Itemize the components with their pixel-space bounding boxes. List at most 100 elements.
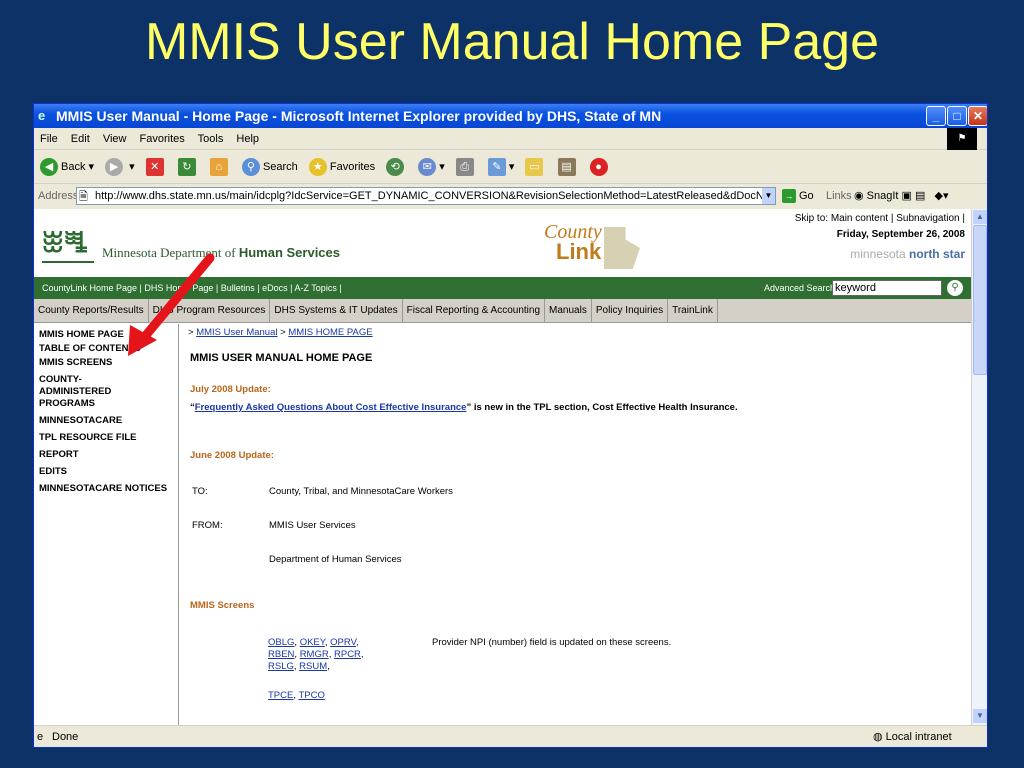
history-button[interactable]: ⟲ (386, 150, 407, 184)
tab-dhs-systems[interactable]: DHS Systems & IT Updates (270, 299, 403, 323)
edit-icon: ✎ (487, 158, 506, 177)
status-text: Done (52, 731, 79, 743)
address-dropdown[interactable]: ▼ (762, 188, 775, 204)
main-tabs: County Reports/Results DHS Program Resour… (34, 299, 971, 323)
window-titlebar[interactable]: e MMIS User Manual - Home Page - Microso… (34, 104, 987, 128)
keyword-search-input[interactable]: keyword (832, 280, 942, 296)
faq-line: “Frequently Asked Questions About Cost E… (190, 402, 738, 413)
minimize-button[interactable]: _ (926, 106, 946, 126)
tab-policy-inquiries[interactable]: Policy Inquiries (592, 299, 669, 323)
go-button[interactable]: → Go (782, 184, 814, 208)
advanced-search-link[interactable]: Advanced Search (764, 277, 835, 299)
print-icon: ⎙ (455, 158, 474, 177)
nav-minnesotacare-notices[interactable]: MINNESOTACARE NOTICES (34, 483, 178, 495)
search-go-icon[interactable]: ⚲ (947, 280, 963, 296)
messenger-icon: ● (589, 158, 608, 177)
screens-note: Provider NPI (number) field is updated o… (432, 637, 672, 648)
scroll-down-icon[interactable]: ▼ (973, 709, 987, 723)
screen-link[interactable]: TPCE (268, 690, 293, 701)
favorites-button[interactable]: ★ Favorites (308, 150, 375, 184)
nav-table-of-contents[interactable]: TABLE OF CONTENTS (34, 343, 178, 355)
menu-tools[interactable]: Tools (198, 133, 224, 145)
menu-file[interactable]: File (40, 133, 58, 145)
window-title: MMIS User Manual - Home Page - Microsoft… (56, 108, 662, 124)
mail-button[interactable]: ✉ ▾ (418, 150, 445, 184)
global-nav-links[interactable]: CountyLink Home Page | DHS Home Page | B… (42, 283, 342, 293)
crumb-home-page[interactable]: MMIS HOME PAGE (288, 327, 372, 338)
from-value: MMIS User Services (269, 520, 356, 531)
screen-link[interactable]: RPCR (334, 649, 361, 660)
tab-dhs-program-resources[interactable]: DHS Program Resources (149, 299, 271, 323)
links-button[interactable]: Links (826, 184, 852, 208)
edit-button[interactable]: ✎ ▾ (487, 150, 514, 184)
menu-help[interactable]: Help (236, 133, 259, 145)
dhs-figures-icon: ꖿꗀ (42, 223, 94, 263)
back-button[interactable]: ◀ Back ▾ (40, 150, 94, 184)
screen-link[interactable]: OBLG (268, 637, 294, 648)
nav-county-programs[interactable]: COUNTY-ADMINISTERED PROGRAMS (34, 374, 154, 410)
tab-fiscal-reporting[interactable]: Fiscal Reporting & Accounting (403, 299, 546, 323)
screens-list-2: TPCE, TPCO (268, 690, 325, 701)
screen-link[interactable]: RBEN (268, 649, 294, 660)
search-icon: ⚲ (241, 158, 260, 177)
faq-link[interactable]: Frequently Asked Questions About Cost Ef… (195, 402, 467, 413)
tab-county-reports[interactable]: County Reports/Results (34, 299, 149, 323)
scroll-thumb[interactable] (973, 225, 987, 375)
tab-trainlink[interactable]: TrainLink (668, 299, 718, 323)
screen-link[interactable]: RSLG (268, 661, 294, 672)
from-value-2: Department of Human Services (269, 554, 402, 565)
menu-view[interactable]: View (103, 133, 127, 145)
screen-link[interactable]: TPCO (298, 690, 324, 701)
page-heading: MMIS USER MANUAL HOME PAGE (190, 352, 373, 364)
security-zone: ◍ Local intranet (873, 731, 952, 743)
research-button[interactable]: ▤ (557, 150, 579, 184)
home-button[interactable]: ⌂ (209, 150, 231, 184)
address-label: Address (38, 190, 79, 202)
folder-button[interactable]: ▭ (525, 150, 546, 184)
messenger-button[interactable]: ● (589, 150, 611, 184)
july-update-heading: July 2008 Update: (190, 384, 271, 395)
to-label: TO: (192, 486, 208, 497)
refresh-icon: ↻ (177, 158, 196, 177)
snagit-button[interactable]: ◉ SnagIt ▣ ▤ ◆▾ (854, 184, 949, 208)
refresh-button[interactable]: ↻ (177, 150, 199, 184)
skip-links[interactable]: Skip to: Main content | Subnavigation | (795, 213, 965, 224)
countylink-logo[interactable]: County Link (544, 221, 640, 271)
nav-mmis-home[interactable]: MMIS HOME PAGE (34, 329, 178, 341)
screen-link[interactable]: OKEY (300, 637, 325, 648)
from-label: FROM: (192, 520, 223, 531)
nav-minnesotacare[interactable]: MINNESOTACARE (34, 415, 178, 427)
address-input[interactable]: 🗎 http://www.dhs.state.mn.us/main/idcplg… (76, 187, 776, 205)
ie-icon: e (38, 108, 46, 123)
nav-report[interactable]: REPORT (34, 449, 178, 461)
forward-button[interactable]: ▶ ▾ (105, 150, 135, 184)
nav-tpl-resource[interactable]: TPL RESOURCE FILE (34, 432, 178, 444)
vertical-scrollbar[interactable]: ▲ ▼ (971, 209, 987, 725)
web-page: Skip to: Main content | Subnavigation | … (34, 209, 971, 725)
crumb-user-manual[interactable]: MMIS User Manual (196, 327, 277, 338)
dhs-logo[interactable]: ꖿꗀ Minnesota Department of Human Service… (42, 223, 342, 267)
mail-icon: ✉ (418, 158, 437, 177)
menu-edit[interactable]: Edit (71, 133, 90, 145)
menu-favorites[interactable]: Favorites (140, 133, 185, 145)
page-date: Friday, September 26, 2008 (836, 229, 965, 240)
close-button[interactable]: ✕ (968, 106, 987, 126)
search-button[interactable]: ⚲ Search (241, 150, 298, 184)
screen-link[interactable]: RSUM (299, 661, 327, 672)
global-nav-bar: CountyLink Home Page | DHS Home Page | B… (34, 277, 971, 299)
screen-link[interactable]: OPRV (330, 637, 356, 648)
folder-icon: ▭ (525, 158, 544, 177)
go-arrow-icon: → (782, 189, 796, 204)
northstar-logo[interactable]: minnesota north star (850, 247, 965, 261)
screen-link[interactable]: RMGR (300, 649, 329, 660)
tab-manuals[interactable]: Manuals (545, 299, 592, 323)
june-update-heading: June 2008 Update: (190, 450, 274, 461)
scroll-up-icon[interactable]: ▲ (973, 210, 987, 224)
stop-button[interactable]: ✕ (145, 150, 167, 184)
print-button[interactable]: ⎙ (455, 150, 477, 184)
forward-arrow-icon: ▶ (105, 158, 124, 177)
nav-edits[interactable]: EDITS (34, 466, 178, 478)
nav-mmis-screens[interactable]: MMIS SCREENS (34, 357, 178, 369)
maximize-button[interactable]: □ (947, 106, 967, 126)
windows-flag-icon: ⚑ (947, 128, 977, 150)
